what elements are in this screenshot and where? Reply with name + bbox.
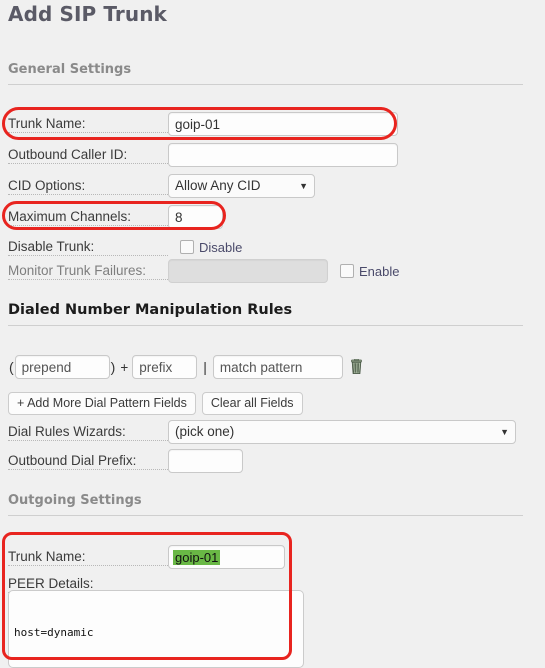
row-maximum-channels: Maximum Channels: [8,204,223,230]
peer-details-textarea[interactable]: host=dynamic secret=1234 type=friend con… [8,590,304,668]
general-settings-heading: General Settings [8,62,523,85]
dial-rules-wizards-select[interactable]: (pick one) [168,420,516,444]
page-title: Add SIP Trunk [8,2,167,26]
sip-trunk-form-page: Add SIP Trunk General Settings Trunk Nam… [0,0,545,668]
outgoing-trunk-name-label: Trunk Name: [8,549,168,566]
trash-icon[interactable] [349,358,364,375]
row-dial-pattern-buttons: + Add More Dial Pattern Fields Clear all… [8,390,303,416]
section-general-settings: General Settings [8,62,523,85]
monitor-trunk-failures-checkbox[interactable] [340,264,354,278]
outgoing-settings-heading: Outgoing Settings [8,493,523,516]
monitor-trunk-failures-checkbox-label: Enable [359,263,400,279]
peer-line-text: host=dynamic [14,626,94,639]
match-pattern-input[interactable] [212,355,343,379]
row-outbound-dial-prefix: Outbound Dial Prefix: [8,448,243,474]
row-trunk-name: Trunk Name: [8,111,398,137]
cid-options-label: CID Options: [8,178,168,195]
dial-rules-wizards-label: Dial Rules Wizards: [8,424,168,441]
close-paren: ) [110,359,116,375]
open-paren: ( [9,359,14,375]
prepend-input[interactable] [14,355,110,379]
monitor-trunk-failures-label: Monitor Trunk Failures: [8,263,168,280]
maximum-channels-label: Maximum Channels: [8,209,168,226]
plus-sign: + [120,359,129,375]
row-dial-pattern: ( ) + | [8,354,364,380]
trunk-name-input[interactable] [168,112,398,136]
add-more-dial-pattern-fields-button[interactable]: + Add More Dial Pattern Fields [8,391,196,415]
outgoing-trunk-name-value[interactable]: goip-01 [173,549,221,565]
maximum-channels-input[interactable] [168,205,223,229]
row-dial-rules-wizards: Dial Rules Wizards: (pick one) ▼ [8,419,516,445]
outbound-caller-id-input[interactable] [168,143,398,167]
row-cid-options: CID Options: Allow Any CID ▼ [8,173,315,199]
outbound-dial-prefix-label: Outbound Dial Prefix: [8,453,168,470]
outbound-caller-id-label: Outbound Caller ID: [8,147,168,164]
section-outgoing-settings: Outgoing Settings [8,493,523,516]
dial-rules-heading: Dialed Number Manipulation Rules [8,302,523,326]
section-dial-rules: Dialed Number Manipulation Rules [8,302,523,326]
row-monitor-trunk-failures: Monitor Trunk Failures: Enable [8,258,399,284]
cid-options-select[interactable]: Allow Any CID [168,174,315,198]
outbound-dial-prefix-input[interactable] [168,449,243,473]
monitor-trunk-failures-input[interactable] [168,259,328,283]
cid-options-select-wrap: Allow Any CID ▼ [168,174,315,198]
disable-trunk-checkbox-label: Disable [199,239,243,255]
row-outbound-caller-id: Outbound Caller ID: [8,142,398,168]
clear-all-fields-button[interactable]: Clear all Fields [201,391,303,415]
peer-line: host=dynamic [14,625,298,641]
prefix-input[interactable] [132,355,198,379]
disable-trunk-label: Disable Trunk: [8,239,168,256]
pipe-separator: | [203,359,207,375]
dial-rules-wizards-select-wrap: (pick one) ▼ [168,420,516,444]
row-disable-trunk: Disable Trunk: Disable [8,234,242,260]
row-outgoing-trunk-name: Trunk Name: goip-01 [8,544,285,570]
disable-trunk-checkbox[interactable] [180,240,194,254]
trunk-name-label: Trunk Name: [8,116,168,133]
